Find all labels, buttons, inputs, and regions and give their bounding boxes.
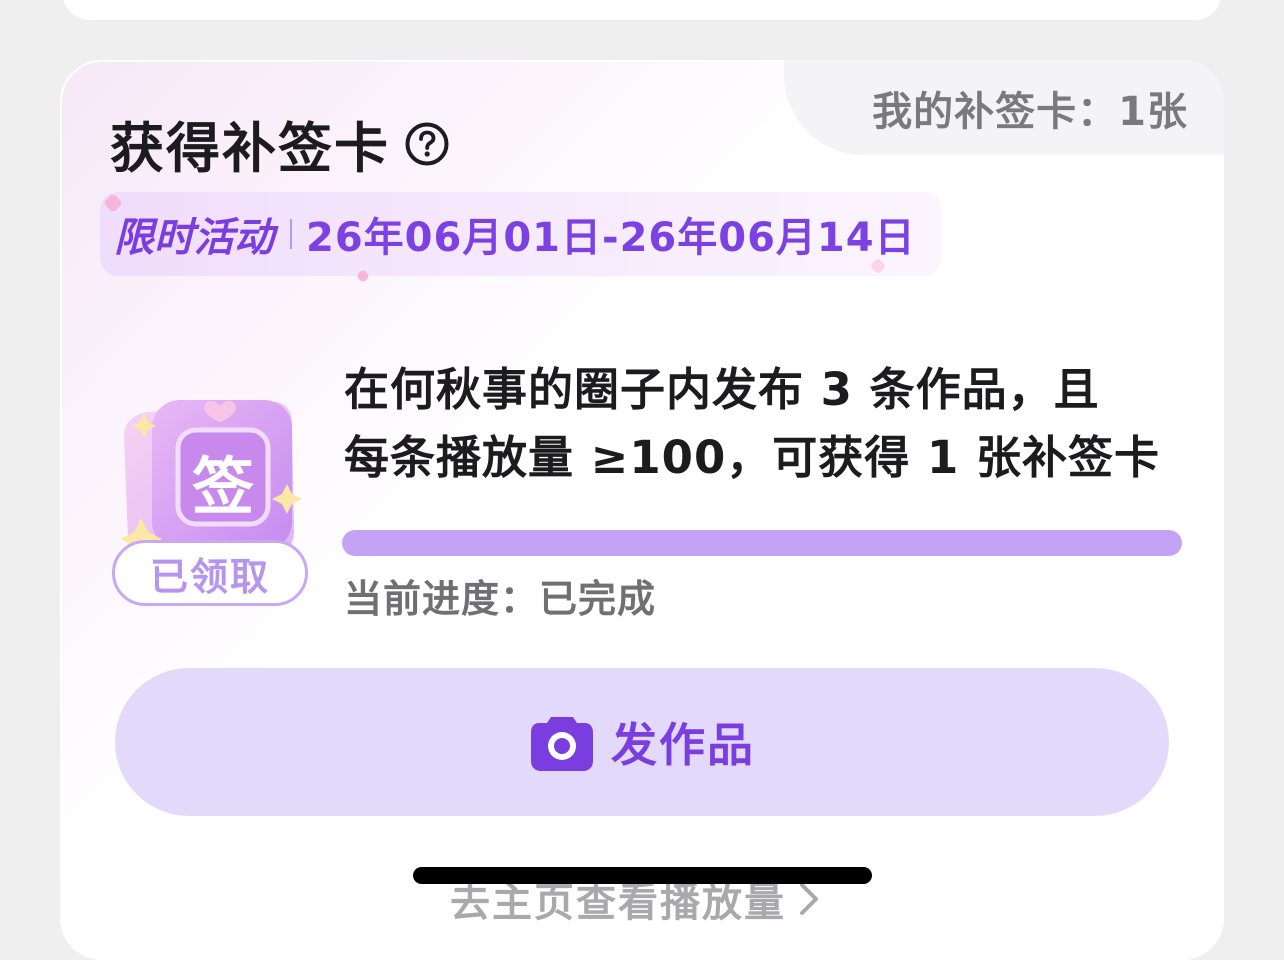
activity-date-range: 26年06月01日-26年06月14日: [306, 215, 916, 261]
task-text-line-2: 每条播放量 ≥100，可获得 1 张补签卡: [344, 431, 1160, 484]
post-work-label: 发作品: [611, 718, 755, 772]
activity-label: 限时活动: [114, 215, 274, 261]
task-text-line-1: 在何秋事的圈子内发布 3 条作品，且: [344, 363, 1100, 416]
progress-bar-fill: [342, 530, 1182, 556]
claimed-status-badge: 已领取: [112, 540, 308, 606]
task-description: 在何秋事的圈子内发布 3 条作品，且 每条播放量 ≥100，可获得 1 张补签卡: [344, 356, 1194, 492]
my-makeup-cards-text: 我的补签卡：1张: [872, 88, 1188, 135]
my-makeup-cards-count: 我的补签卡：1张: [784, 60, 1224, 155]
divider: [290, 219, 292, 249]
camera-icon: [531, 717, 593, 771]
progress-status: 当前进度：已完成: [344, 577, 657, 621]
claimed-status-text: 已领取: [149, 554, 270, 599]
badge-glyph: 签: [192, 450, 254, 523]
chevron-right-icon: [800, 883, 818, 915]
makeup-card-section: 我的补签卡：1张 获得补签卡 限时活动 26年06月01日-26年06月14日: [60, 60, 1224, 960]
post-work-button[interactable]: 发作品: [115, 668, 1169, 816]
home-indicator[interactable]: [413, 867, 872, 884]
previous-card: [62, 0, 1222, 20]
section-title: 获得补签卡: [110, 117, 390, 180]
question-circle-icon[interactable]: [404, 121, 450, 167]
progress-bar: [342, 530, 1182, 556]
limited-time-activity-banner: 限时活动 26年06月01日-26年06月14日: [100, 192, 942, 276]
section-header: 获得补签卡: [110, 104, 450, 183]
